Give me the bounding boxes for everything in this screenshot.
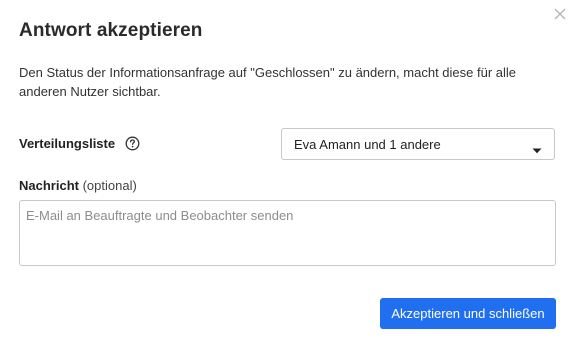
message-label: Nachricht (optional) [19,178,137,193]
distribution-list-select[interactable]: Eva Amann und 1 andere [281,128,555,160]
close-icon[interactable] [552,6,568,22]
accept-answer-dialog: Antwort akzeptieren Den Status der Infor… [0,0,578,339]
dialog-description: Den Status der Informationsanfrage auf "… [19,65,517,99]
distribution-list-label-group: Verteilungsliste [19,136,140,151]
dialog-title: Antwort akzeptieren [19,20,203,41]
accept-and-close-button[interactable]: Akzeptieren und schließen [380,298,556,329]
message-textarea[interactable] [19,200,556,266]
message-optional-suffix: (optional) [82,178,137,193]
distribution-list-selected-value: Eva Amann und 1 andere [294,136,441,152]
distribution-list-label: Verteilungsliste [19,136,116,151]
message-label-text: Nachricht [19,178,79,193]
caret-down-icon [532,141,542,154]
question-circle-icon[interactable] [125,136,140,151]
